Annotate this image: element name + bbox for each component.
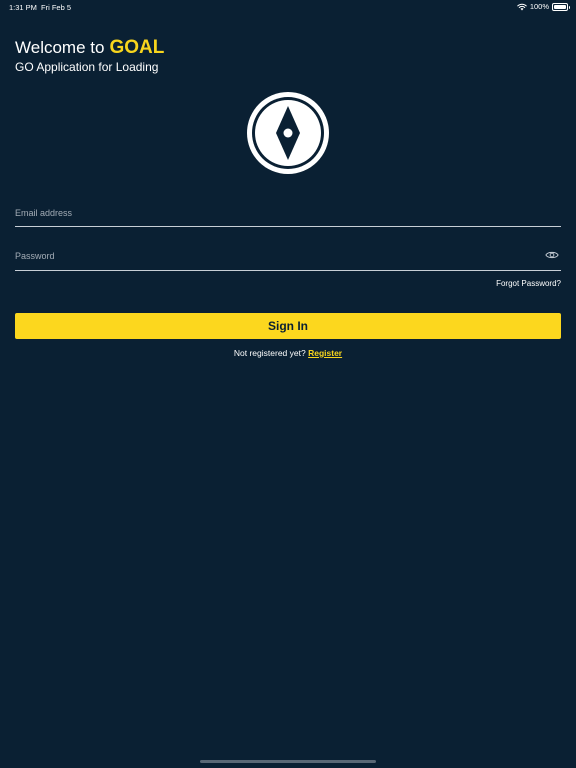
compass-icon <box>247 92 329 174</box>
eye-icon[interactable] <box>545 250 559 260</box>
battery-nub <box>568 5 570 9</box>
brand-name: GOAL <box>109 37 165 58</box>
battery-level: 100% <box>529 2 549 11</box>
home-indicator[interactable] <box>200 760 376 763</box>
forgot-password-link[interactable]: Forgot Password? <box>496 279 561 288</box>
email-input[interactable] <box>15 202 561 224</box>
status-date: Fri Feb 5 <box>41 3 72 12</box>
status-time: 1:31 PM <box>9 3 37 12</box>
welcome-prefix: Welcome to <box>15 38 105 57</box>
login-screen: 1:31 PM Fri Feb 5 100% Welcome to GOAL G… <box>0 0 576 768</box>
email-field <box>15 202 561 227</box>
password-field <box>15 245 561 271</box>
password-input[interactable] <box>15 245 535 267</box>
register-link[interactable]: Register <box>308 348 342 358</box>
app-subtitle: GO Application for Loading <box>15 60 159 74</box>
status-bar: 1:31 PM Fri Feb 5 100% <box>0 0 576 14</box>
battery-fill <box>554 4 566 9</box>
sign-in-button[interactable]: Sign In <box>15 313 561 339</box>
status-indicators: 100% <box>517 2 570 11</box>
not-registered-text: Not registered yet? <box>233 348 306 358</box>
battery-icon <box>552 2 570 11</box>
wifi-icon <box>517 3 527 10</box>
register-prompt: Not registered yet? Register <box>0 348 576 358</box>
welcome-title: Welcome to GOAL <box>15 37 164 59</box>
